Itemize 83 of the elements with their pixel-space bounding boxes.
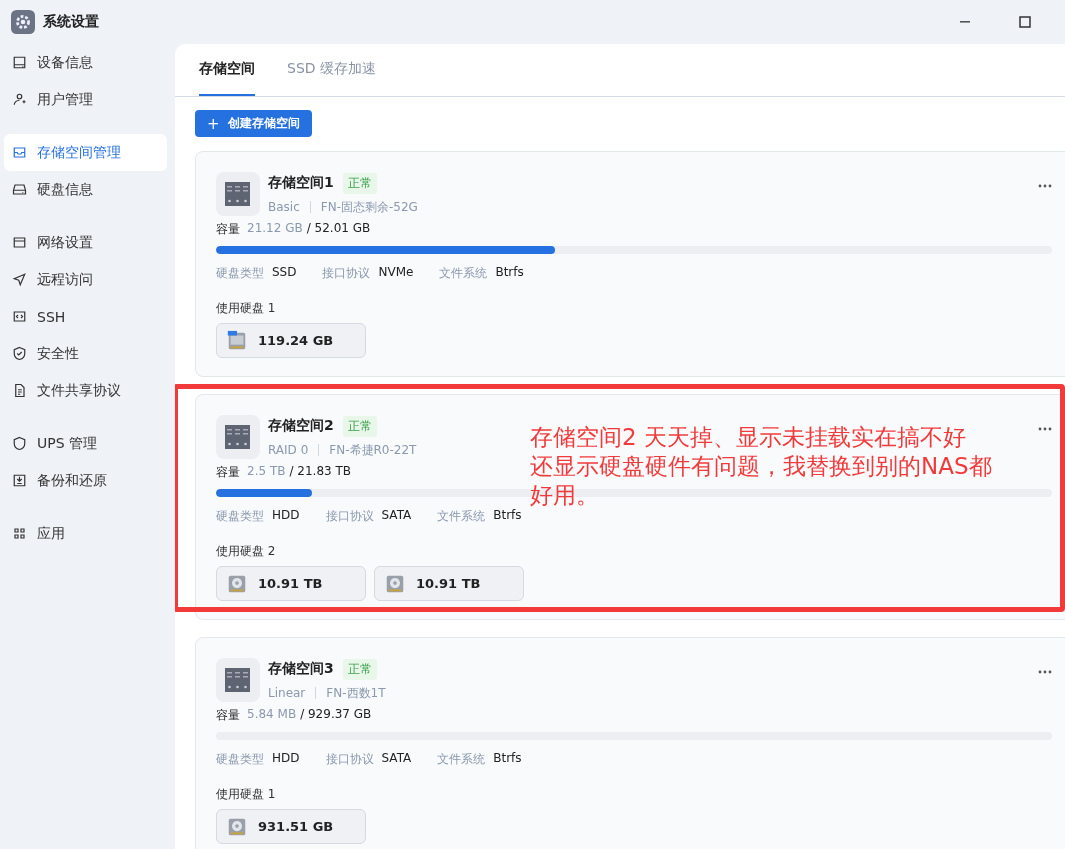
sidebar-item[interactable]: 用户管理 [4,81,167,118]
sidebar-item[interactable]: SSH [4,298,167,335]
disk-chip[interactable]: 119.24 GB [216,323,366,358]
gear-icon [11,10,35,34]
hard-drive-icon [12,182,27,197]
volume-name: FN-西数1T [326,684,386,702]
disk-chip[interactable]: 931.51 GB [216,809,366,844]
window-icon [12,235,27,250]
used-capacity: 21.12 GB [247,221,303,237]
used-capacity: 5.84 MB [247,707,297,723]
server-icon [216,658,260,702]
status-tag: 正常 [342,415,377,437]
spec-value: Btrfs [495,265,524,281]
sidebar-item[interactable]: 设备信息 [4,44,167,81]
spec-label: 文件系统 [437,751,486,768]
monitor-icon [12,55,27,70]
spec-label: 硬盘类型 [216,265,264,282]
pool-name: 存储空间1 [268,174,334,192]
status-tag: 正常 [342,172,377,194]
raid-type: Basic [268,200,300,214]
sidebar-item[interactable]: 远程访问 [4,261,167,298]
sidebar-item[interactable]: 应用 [4,515,167,552]
shield-icon [12,436,27,451]
spec-label: 接口协议 [325,751,374,768]
window-title: 系统设置 [43,13,99,31]
volume-name: FN-固态剩余-52G [320,198,418,216]
disk-chip[interactable]: 10.91 TB [374,566,524,601]
sidebar-item[interactable]: 网络设置 [4,224,167,261]
spec-value: SSD [272,265,297,281]
capacity-label: 容量 [216,221,240,238]
spec-value: SATA [381,508,412,524]
sidebar-item[interactable]: 安全性 [4,335,167,372]
used-capacity: 2.5 TB [247,464,286,480]
server-icon [216,172,260,216]
spec-value: HDD [272,508,300,524]
capacity-label: 容量 [216,464,240,481]
disk-chip[interactable]: 10.91 TB [216,566,366,601]
sidebar-item[interactable]: 存储空间管理 [4,134,167,171]
spec-label: 接口协议 [322,265,371,282]
create-storage-button[interactable]: + 创建存储空间 [195,110,312,137]
more-icon[interactable] [1038,427,1052,431]
sidebar-item[interactable]: 文件共享协议 [4,372,167,409]
disk-count: 使用硬盘 2 [216,543,277,560]
ssd-icon [226,329,248,352]
spec-label: 硬盘类型 [216,751,264,768]
spec-label: 硬盘类型 [216,508,264,525]
maximize-icon[interactable] [1019,16,1031,28]
volume-name: FN-希捷R0-22T [329,441,417,459]
annotation-text: 存储空间2 天天掉、显示未挂载实在搞不好 还显示硬盘硬件有问题，我替换到别的NAS都 好用。 [530,423,992,510]
more-icon[interactable] [1038,184,1052,188]
total-capacity: / 21.83 TB [289,464,352,480]
pool-name: 存储空间2 [268,417,334,435]
tab[interactable]: 存储空间 [199,44,255,96]
total-capacity: / 52.01 GB [306,221,371,237]
spec-label: 接口协议 [325,508,374,525]
sidebar-item[interactable]: 备份和还原 [4,462,167,499]
spec-value: Btrfs [493,751,522,767]
spec-label: 文件系统 [437,508,486,525]
raid-type: Linear [268,686,306,700]
user-icon [12,92,27,107]
sidebar-item[interactable]: UPS 管理 [4,425,167,462]
spec-value: HDD [272,751,300,767]
disk-count: 使用硬盘 1 [216,786,277,803]
spec-value: NVMe [378,265,414,281]
pool-name: 存储空间3 [268,660,334,678]
grid-icon [12,526,27,541]
capacity-label: 容量 [216,707,240,724]
sidebar-item[interactable]: 硬盘信息 [4,171,167,208]
spec-value: SATA [381,751,412,767]
total-capacity: / 929.37 GB [300,707,372,723]
more-icon[interactable] [1038,670,1052,674]
download-icon [12,473,27,488]
spec-label: 文件系统 [439,265,488,282]
inbox-icon [12,145,27,160]
server-icon [216,415,260,459]
code-icon [12,309,27,324]
disk-count: 使用硬盘 1 [216,300,277,317]
spec-value: Btrfs [493,508,522,524]
raid-type: RAID 0 [268,443,309,457]
status-tag: 正常 [342,658,377,680]
shield-check-icon [12,346,27,361]
send-icon [12,272,27,287]
document-icon [12,383,27,398]
